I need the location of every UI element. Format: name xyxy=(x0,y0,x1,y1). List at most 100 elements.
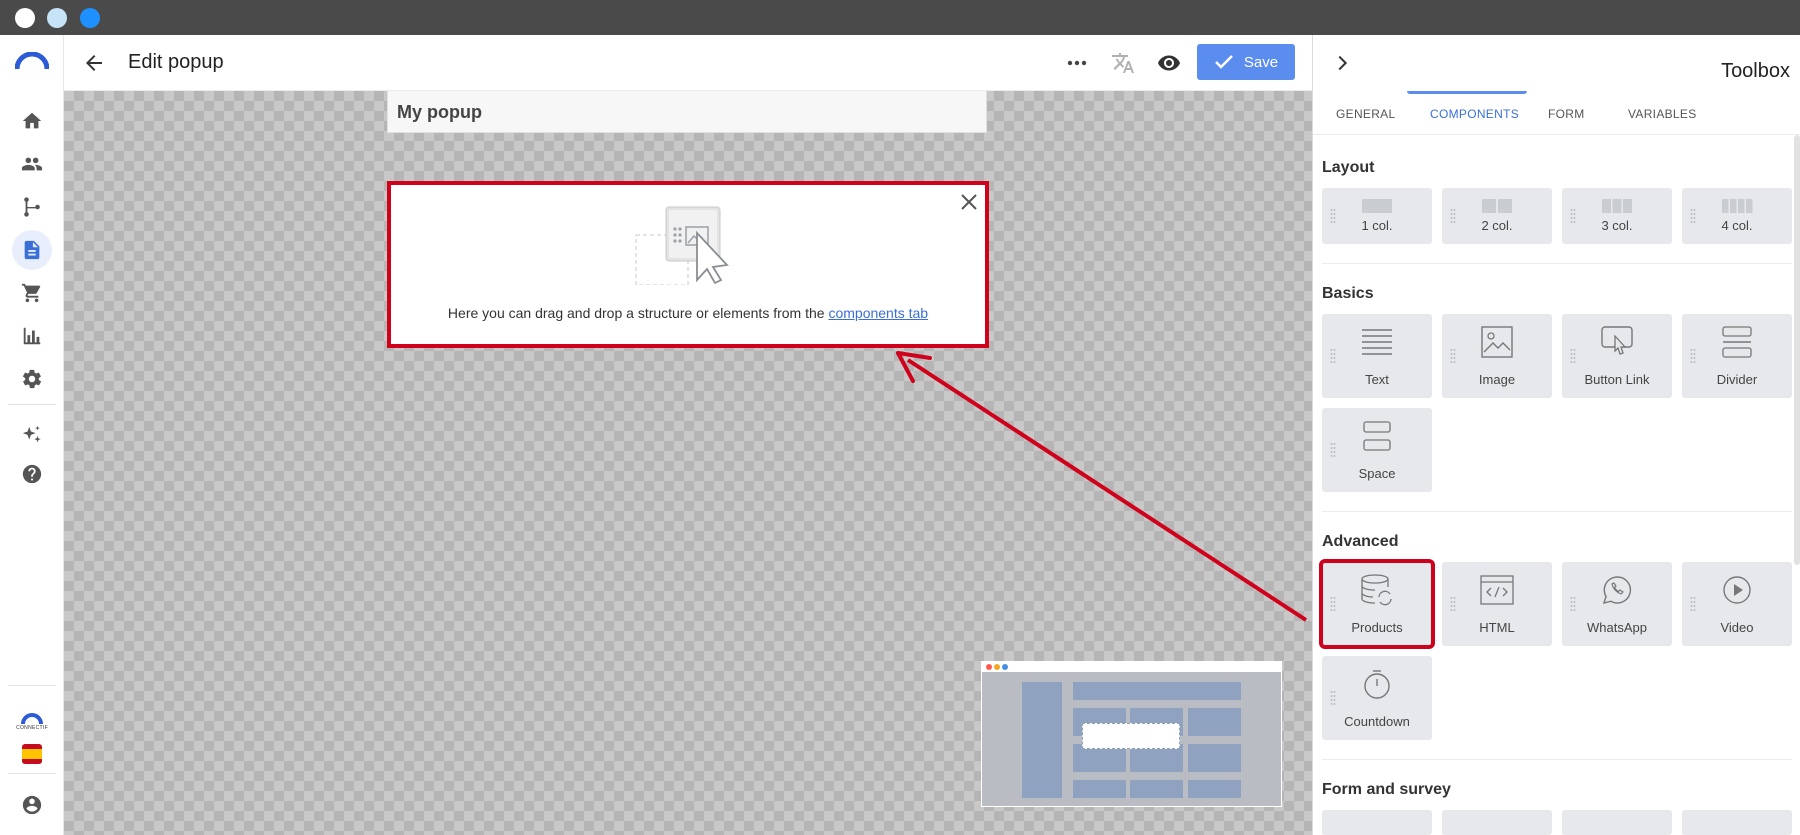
es-flag-icon[interactable] xyxy=(22,744,42,764)
app-logo-icon[interactable] xyxy=(15,52,49,70)
whatsapp-icon xyxy=(1597,570,1637,610)
component-1-col[interactable]: 1 col. xyxy=(1322,188,1432,244)
toolbox-scrollbar[interactable] xyxy=(1794,135,1800,565)
component-form-3[interactable] xyxy=(1562,810,1672,835)
nav-settings[interactable] xyxy=(12,359,52,399)
component-products[interactable]: Products xyxy=(1319,559,1435,649)
left-navigation: CONNECTIF xyxy=(0,35,64,835)
one-column-icon xyxy=(1357,198,1397,214)
nav-home[interactable] xyxy=(12,101,52,141)
toolbox-tabs: GENERAL COMPONENTS FORM VARIABLES xyxy=(1313,91,1800,135)
component-label: Divider xyxy=(1716,372,1758,387)
nav-flows[interactable] xyxy=(12,187,52,227)
toolbox-title: Toolbox xyxy=(1721,60,1790,82)
contacts-icon xyxy=(21,157,43,171)
window-minimize-dot[interactable] xyxy=(47,8,67,28)
component-2-col[interactable]: 2 col. xyxy=(1442,188,1552,244)
nav-account[interactable] xyxy=(12,785,52,825)
nav-cart[interactable] xyxy=(12,273,52,313)
tab-variables[interactable]: VARIABLES xyxy=(1628,107,1697,121)
save-button[interactable]: Save xyxy=(1197,44,1295,80)
pages-icon xyxy=(24,240,40,260)
drag-handle-icon xyxy=(1570,597,1576,611)
active-tab-indicator xyxy=(1407,91,1527,94)
window-maximize-dot[interactable] xyxy=(80,8,100,28)
window-close-dot[interactable] xyxy=(15,8,35,28)
component-3-col[interactable]: 3 col. xyxy=(1562,188,1672,244)
four-column-icon xyxy=(1717,198,1757,214)
component-form-1[interactable] xyxy=(1322,810,1432,835)
button-click-icon xyxy=(1597,322,1637,362)
cart-icon xyxy=(21,283,41,303)
nav-analytics[interactable] xyxy=(12,316,52,356)
ai-sparkle-icon xyxy=(22,425,41,443)
component-form-4[interactable] xyxy=(1682,810,1792,835)
component-4-col[interactable]: 4 col. xyxy=(1682,188,1792,244)
drop-hint-text: Here you can drag and drop a structure o… xyxy=(447,305,829,321)
nav-contacts[interactable] xyxy=(12,144,52,184)
three-column-icon xyxy=(1597,198,1637,214)
account-icon xyxy=(22,795,42,815)
drag-handle-icon xyxy=(1330,443,1336,457)
home-icon xyxy=(22,112,42,129)
component-label: Countdown xyxy=(1344,714,1410,729)
chevron-right-icon[interactable] xyxy=(1331,52,1353,74)
drag-drop-illustration-icon xyxy=(635,206,729,285)
connectif-logo-icon xyxy=(21,713,43,725)
tab-form[interactable]: FORM xyxy=(1548,107,1585,121)
component-video[interactable]: Video xyxy=(1682,562,1792,646)
drag-handle-icon xyxy=(1330,597,1336,611)
flows-icon xyxy=(24,197,40,217)
section-divider xyxy=(1322,511,1792,512)
nav-ai[interactable] xyxy=(12,415,52,455)
tab-general[interactable]: GENERAL xyxy=(1336,107,1395,121)
preview-eye-icon[interactable] xyxy=(1157,51,1181,75)
nav-help[interactable] xyxy=(12,454,52,494)
back-arrow-icon[interactable] xyxy=(82,51,106,75)
translate-icon[interactable] xyxy=(1111,51,1135,75)
section-divider xyxy=(1322,759,1792,760)
component-label: Products xyxy=(1351,620,1403,635)
database-sync-icon xyxy=(1357,570,1397,610)
component-countdown[interactable]: Countdown xyxy=(1322,656,1432,740)
component-whatsapp[interactable]: WhatsApp xyxy=(1562,562,1672,646)
component-text[interactable]: Text xyxy=(1322,314,1432,398)
two-column-icon xyxy=(1477,198,1517,214)
help-icon xyxy=(22,464,42,484)
component-form-2[interactable] xyxy=(1442,810,1552,835)
close-icon[interactable] xyxy=(957,190,981,214)
drag-handle-icon xyxy=(1330,349,1336,363)
components-tab-link[interactable]: components tab xyxy=(828,305,928,321)
component-label: 4 col. xyxy=(1721,218,1753,233)
space-icon xyxy=(1357,416,1397,456)
nav-pages[interactable] xyxy=(12,230,52,270)
tab-components[interactable]: COMPONENTS xyxy=(1430,107,1519,121)
component-html[interactable]: HTML xyxy=(1442,562,1552,646)
code-icon xyxy=(1477,570,1517,610)
component-space[interactable]: Space xyxy=(1322,408,1432,492)
drag-handle-icon xyxy=(1690,597,1696,611)
nav-divider xyxy=(8,404,56,405)
analytics-icon xyxy=(23,327,41,345)
brand-name: CONNECTIF xyxy=(16,725,48,731)
section-layout-title: Layout xyxy=(1322,159,1375,176)
nav-divider-account xyxy=(8,773,56,774)
mini-preview-map[interactable] xyxy=(981,661,1282,807)
divider-icon xyxy=(1717,322,1757,362)
component-label: 2 col. xyxy=(1481,218,1513,233)
drag-handle-icon xyxy=(1570,349,1576,363)
mini-preview-viewport xyxy=(1082,723,1180,749)
component-label: 1 col. xyxy=(1361,218,1393,233)
more-icon[interactable] xyxy=(1065,51,1089,75)
section-form-survey-title: Form and survey xyxy=(1322,781,1451,798)
component-image[interactable]: Image xyxy=(1442,314,1552,398)
component-label: Text xyxy=(1365,372,1389,387)
drag-handle-icon xyxy=(1690,349,1696,363)
drag-handle-icon xyxy=(1450,349,1456,363)
component-label: Space xyxy=(1358,466,1396,481)
popup-drop-area[interactable]: Here you can drag and drop a structure o… xyxy=(387,181,989,348)
component-divider[interactable]: Divider xyxy=(1682,314,1792,398)
component-button-link[interactable]: Button Link xyxy=(1562,314,1672,398)
section-divider xyxy=(1322,263,1792,264)
editor-canvas[interactable]: My popup Here you can drag and drop a st… xyxy=(64,91,1312,835)
